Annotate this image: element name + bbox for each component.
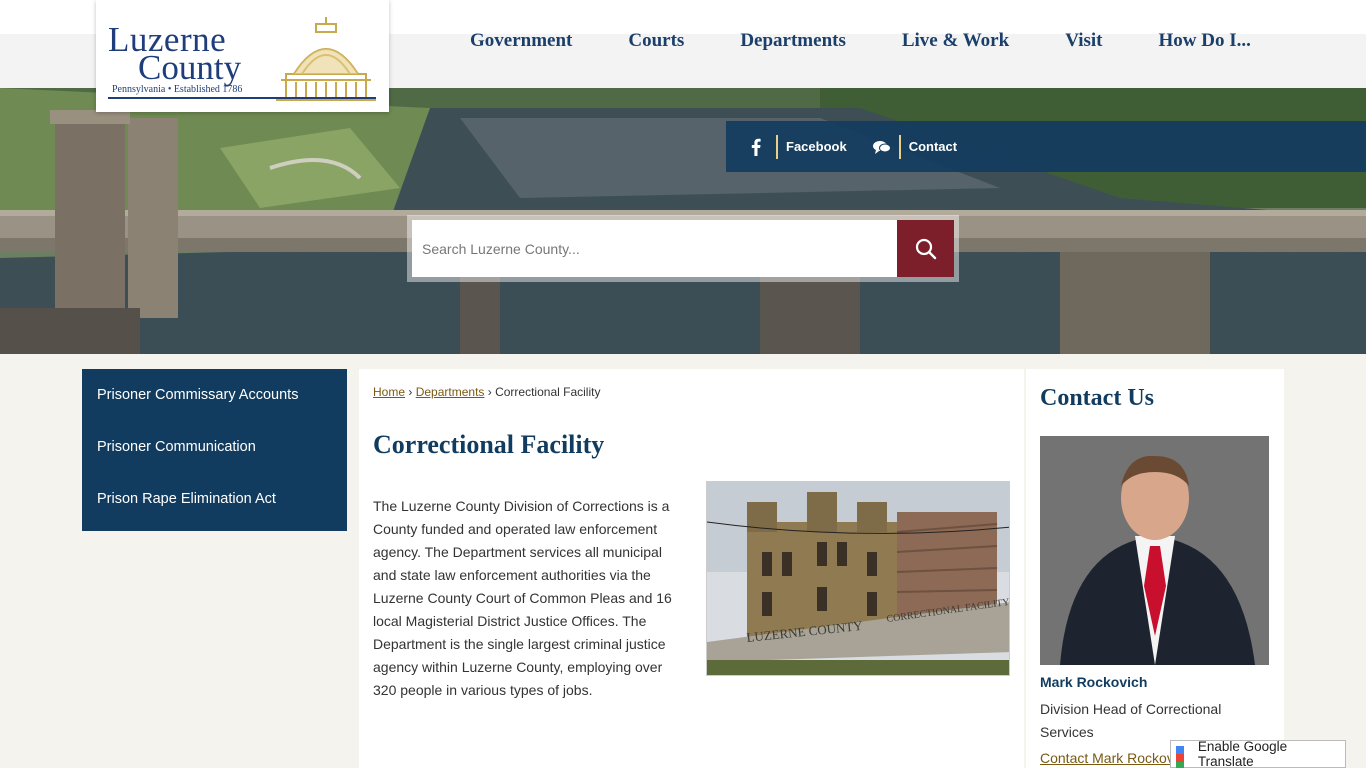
page-title: Correctional Facility xyxy=(373,430,605,459)
social-bar: Facebook Contact xyxy=(726,121,1366,172)
search-button[interactable] xyxy=(897,220,954,277)
sidebar-nav: Prisoner Commissary Accounts Prisoner Co… xyxy=(82,369,347,531)
facebook-label: Facebook xyxy=(786,139,847,154)
nav-item-courts[interactable]: Courts xyxy=(600,30,712,52)
nav-item-how-do-i[interactable]: How Do I... xyxy=(1130,30,1278,52)
contact-role: Division Head of Correctional Services xyxy=(1040,701,1222,740)
nav-item-visit[interactable]: Visit xyxy=(1037,30,1130,52)
contact-link[interactable]: Contact xyxy=(865,134,958,159)
translate-label: Enable Google Translate xyxy=(1197,739,1288,768)
contact-name: Mark Rockovich xyxy=(1040,674,1148,690)
facility-photo: LUZERNE COUNTY CORRECTIONAL FACILITY xyxy=(706,481,1010,676)
contact-photo xyxy=(1040,436,1269,665)
contact-person-link[interactable]: Contact Mark Rockovich xyxy=(1040,750,1192,766)
google-translate-icon xyxy=(1176,746,1192,768)
google-translate-button[interactable]: Enable Google Translate xyxy=(1170,739,1346,768)
search-icon xyxy=(915,238,936,259)
breadcrumb-current: Correctional Facility xyxy=(495,385,601,399)
sidebar-item-communication[interactable]: Prisoner Communication xyxy=(82,429,347,481)
search-input[interactable] xyxy=(412,220,897,277)
facebook-icon xyxy=(736,134,778,159)
nav-item-government[interactable]: Government xyxy=(442,30,600,52)
site-logo[interactable]: Luzerne County Pennsylvania • Establishe… xyxy=(96,0,389,112)
contact-label: Contact xyxy=(908,139,958,154)
intro-paragraph: The Luzerne County Division of Correctio… xyxy=(373,498,672,698)
sidebar-item-commissary[interactable]: Prisoner Commissary Accounts xyxy=(82,377,347,429)
courthouse-dome-icon xyxy=(276,17,376,101)
breadcrumb-separator: › xyxy=(487,385,492,399)
nav-item-live-work[interactable]: Live & Work xyxy=(874,30,1037,52)
breadcrumb-home[interactable]: Home xyxy=(373,385,405,399)
main-nav: Government Courts Departments Live & Wor… xyxy=(442,30,1279,52)
facebook-link[interactable]: Facebook xyxy=(736,134,847,159)
logo-tagline: Pennsylvania • Established 1786 xyxy=(112,84,243,95)
nav-item-departments[interactable]: Departments xyxy=(712,30,874,52)
breadcrumb-departments[interactable]: Departments xyxy=(416,385,485,399)
contact-panel: Contact Us Mark Rockovich Division Head … xyxy=(1026,369,1284,768)
logo-text-county: County xyxy=(138,48,242,87)
contact-title: Contact Us xyxy=(1040,385,1154,411)
breadcrumb: Home › Departments › Correctional Facili… xyxy=(373,385,600,399)
sidebar-item-prea[interactable]: Prison Rape Elimination Act xyxy=(82,481,347,533)
breadcrumb-separator: › xyxy=(408,385,413,399)
logo-divider xyxy=(108,97,376,99)
search-box xyxy=(407,215,959,282)
main-content: Home › Departments › Correctional Facili… xyxy=(359,369,1024,768)
chat-bubbles-icon xyxy=(865,134,901,159)
